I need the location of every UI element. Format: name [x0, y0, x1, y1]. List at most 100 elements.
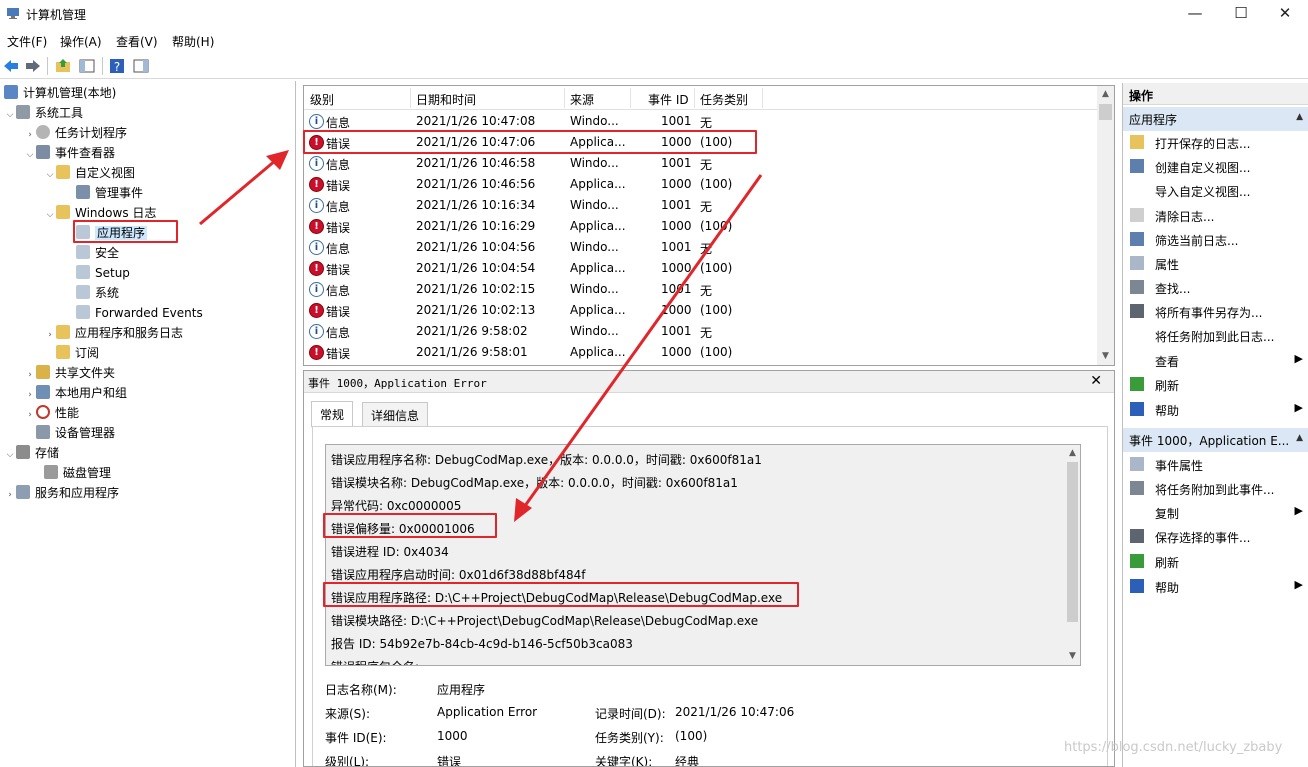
- error-icon: !: [309, 303, 324, 318]
- services-icon: [16, 485, 30, 499]
- event-list: 级别 日期和时间 来源 事件 ID 任务类别 i 信息 2021/1/26 10:4…: [303, 85, 1115, 366]
- tree-node-shared-folders[interactable]: › 共享文件夹: [24, 363, 115, 383]
- event-row[interactable]: i 信息 2021/1/26 10:47:08 Windo... 1001 无: [304, 111, 1099, 132]
- forward-icon[interactable]: [24, 57, 42, 75]
- tree-node-forwarded-events[interactable]: Forwarded Events: [64, 303, 203, 323]
- event-row[interactable]: i 信息 2021/1/26 10:46:58 Windo... 1001 无: [304, 153, 1099, 174]
- tree-node-services-apps[interactable]: › 服务和应用程序: [4, 483, 119, 503]
- event-row[interactable]: ! 错误 2021/1/26 10:46:56 Applica... 1000 (100): [304, 174, 1099, 195]
- event-row[interactable]: ! 错误 2021/1/26 10:16:29 Applica... 1000 (100): [304, 216, 1099, 237]
- col-task-category[interactable]: 任务类别: [700, 91, 748, 108]
- action-item[interactable]: 查看 ▶: [1123, 349, 1308, 371]
- show-hide-tree-icon[interactable]: [78, 57, 96, 75]
- action-item[interactable]: 刷新: [1123, 373, 1308, 395]
- back-icon[interactable]: [2, 57, 20, 75]
- tree-node-root[interactable]: 计算机管理(本地): [4, 83, 116, 103]
- folder-icon: [56, 165, 70, 179]
- event-row[interactable]: ! 错误 2021/1/26 10:04:54 Applica... 1000 (100): [304, 258, 1099, 279]
- event-datetime: 2021/1/26 10:04:54: [416, 261, 536, 275]
- col-level[interactable]: 级别: [310, 91, 334, 108]
- tree-node-subscriptions[interactable]: 订阅: [44, 343, 99, 363]
- tree-node-system-tools[interactable]: ⌵ 系统工具: [4, 103, 83, 123]
- tree-node-storage[interactable]: ⌵ 存储: [4, 443, 59, 463]
- tree-node-custom-views[interactable]: ⌵ 自定义视图: [44, 163, 135, 183]
- tree-node-performance[interactable]: › 性能: [24, 403, 79, 423]
- col-source[interactable]: 来源: [570, 91, 594, 108]
- action-item[interactable]: 保存选择的事件...: [1123, 525, 1308, 547]
- action-item[interactable]: 创建自定义视图...: [1123, 155, 1308, 177]
- event-source: Applica...: [570, 177, 626, 191]
- submenu-arrow-icon: ▶: [1294, 504, 1303, 517]
- menu-action[interactable]: 操作(A): [60, 33, 102, 50]
- actions-section-application[interactable]: 应用程序 ▲: [1123, 107, 1308, 131]
- tree-node-local-users[interactable]: › 本地用户和组: [24, 383, 127, 403]
- tree-node-system[interactable]: 系统: [64, 283, 119, 303]
- action-item[interactable]: 将任务附加到此事件...: [1123, 477, 1308, 499]
- action-item[interactable]: 帮助 ▶: [1123, 398, 1308, 420]
- log-icon: [76, 285, 90, 299]
- menu-view[interactable]: 查看(V): [116, 33, 158, 50]
- menu-help[interactable]: 帮助(H): [172, 33, 214, 50]
- scroll-down-icon[interactable]: ▼: [1065, 648, 1080, 665]
- description-scrollbar[interactable]: ▲ ▼: [1065, 445, 1080, 665]
- menu-file[interactable]: 文件(F): [7, 33, 47, 50]
- tree-node-windows-logs[interactable]: ⌵ Windows 日志: [44, 203, 156, 223]
- event-row[interactable]: i 信息 2021/1/26 10:16:34 Windo... 1001 无: [304, 195, 1099, 216]
- event-row[interactable]: ! 错误 2021/1/26 9:58:01 Applica... 1000 (100): [304, 342, 1099, 363]
- event-row[interactable]: ! 错误 2021/1/26 10:47:06 Applica... 1000 (100): [304, 132, 1099, 153]
- event-description-box[interactable]: 错误应用程序名称: DebugCodMap.exe，版本: 0.0.0.0，时间…: [325, 444, 1081, 666]
- computer-management-icon: [7, 8, 19, 19]
- action-item[interactable]: 刷新: [1123, 550, 1308, 572]
- minimize-button[interactable]: —: [1172, 0, 1218, 28]
- actions-section-event[interactable]: 事件 1000，Application E... ▲: [1123, 428, 1308, 452]
- tree-node-task-scheduler[interactable]: › 任务计划程序: [24, 123, 127, 143]
- tree-node-security[interactable]: 安全: [64, 243, 119, 263]
- action-item[interactable]: 查找...: [1123, 276, 1308, 298]
- action-item[interactable]: 导入自定义视图...: [1123, 179, 1308, 201]
- scroll-up-icon[interactable]: ▲: [1097, 86, 1114, 103]
- col-datetime[interactable]: 日期和时间: [416, 91, 476, 108]
- tree-node-admin-events[interactable]: 管理事件: [64, 183, 143, 203]
- tree-node-application[interactable]: 应用程序: [64, 223, 148, 243]
- action-label: 事件属性: [1155, 459, 1204, 473]
- close-detail-icon[interactable]: ✕: [1090, 373, 1102, 389]
- action-label: 将任务附加到此事件...: [1155, 483, 1275, 497]
- event-row[interactable]: ! 错误 2021/1/26 10:02:13 Applica... 1000 (100): [304, 300, 1099, 321]
- action-item[interactable]: 事件属性: [1123, 453, 1308, 475]
- scroll-down-icon[interactable]: ▼: [1097, 348, 1114, 365]
- maximize-button[interactable]: ☐: [1218, 0, 1264, 28]
- tab-details[interactable]: 详细信息: [362, 402, 429, 426]
- description-line-app-path: 错误应用程序路径: D:\C++Project\DebugCodMap\Rele…: [331, 591, 783, 605]
- section-title: 事件 1000，Application E...: [1129, 434, 1290, 448]
- scroll-thumb[interactable]: [1067, 462, 1078, 622]
- collapse-icon: ⌵: [46, 170, 54, 180]
- tab-general[interactable]: 常规: [311, 401, 354, 427]
- scroll-thumb[interactable]: [1099, 104, 1112, 120]
- up-folder-icon[interactable]: [54, 57, 72, 75]
- help-icon[interactable]: ?: [108, 57, 126, 75]
- close-button[interactable]: ✕: [1262, 0, 1308, 28]
- action-item[interactable]: 筛选当前日志...: [1123, 228, 1308, 250]
- tree-node-device-manager[interactable]: 设备管理器: [24, 423, 115, 443]
- event-row[interactable]: i 信息 2021/1/26 10:04:56 Windo... 1001 无: [304, 237, 1099, 258]
- action-item[interactable]: 将任务附加到此日志...: [1123, 324, 1308, 346]
- action-item[interactable]: 将所有事件另存为...: [1123, 300, 1308, 322]
- action-item[interactable]: 属性: [1123, 252, 1308, 274]
- event-row[interactable]: i 信息 2021/1/26 9:58:02 Windo... 1001 无: [304, 321, 1099, 342]
- tree-node-setup[interactable]: Setup: [64, 263, 130, 283]
- show-hide-action-pane-icon[interactable]: [132, 57, 150, 75]
- event-row[interactable]: i 信息 2021/1/26 10:02:15 Windo... 1001 无: [304, 279, 1099, 300]
- tree-node-event-viewer[interactable]: ⌵ 事件查看器: [24, 143, 115, 163]
- action-label: 查找...: [1155, 282, 1191, 296]
- action-item[interactable]: 打开保存的日志...: [1123, 131, 1308, 153]
- scroll-up-icon[interactable]: ▲: [1065, 445, 1080, 462]
- error-icon: !: [309, 135, 324, 150]
- action-item[interactable]: 清除日志...: [1123, 204, 1308, 226]
- tree-node-app-service-logs[interactable]: › 应用程序和服务日志: [44, 323, 183, 343]
- action-item[interactable]: 帮助 ▶: [1123, 575, 1308, 597]
- folder-icon: [56, 325, 70, 339]
- action-item[interactable]: 复制 ▶: [1123, 501, 1308, 523]
- event-list-scrollbar[interactable]: ▲ ▼: [1097, 86, 1114, 365]
- col-event-id[interactable]: 事件 ID: [648, 91, 689, 108]
- tree-node-disk-management[interactable]: 磁盘管理: [44, 463, 111, 483]
